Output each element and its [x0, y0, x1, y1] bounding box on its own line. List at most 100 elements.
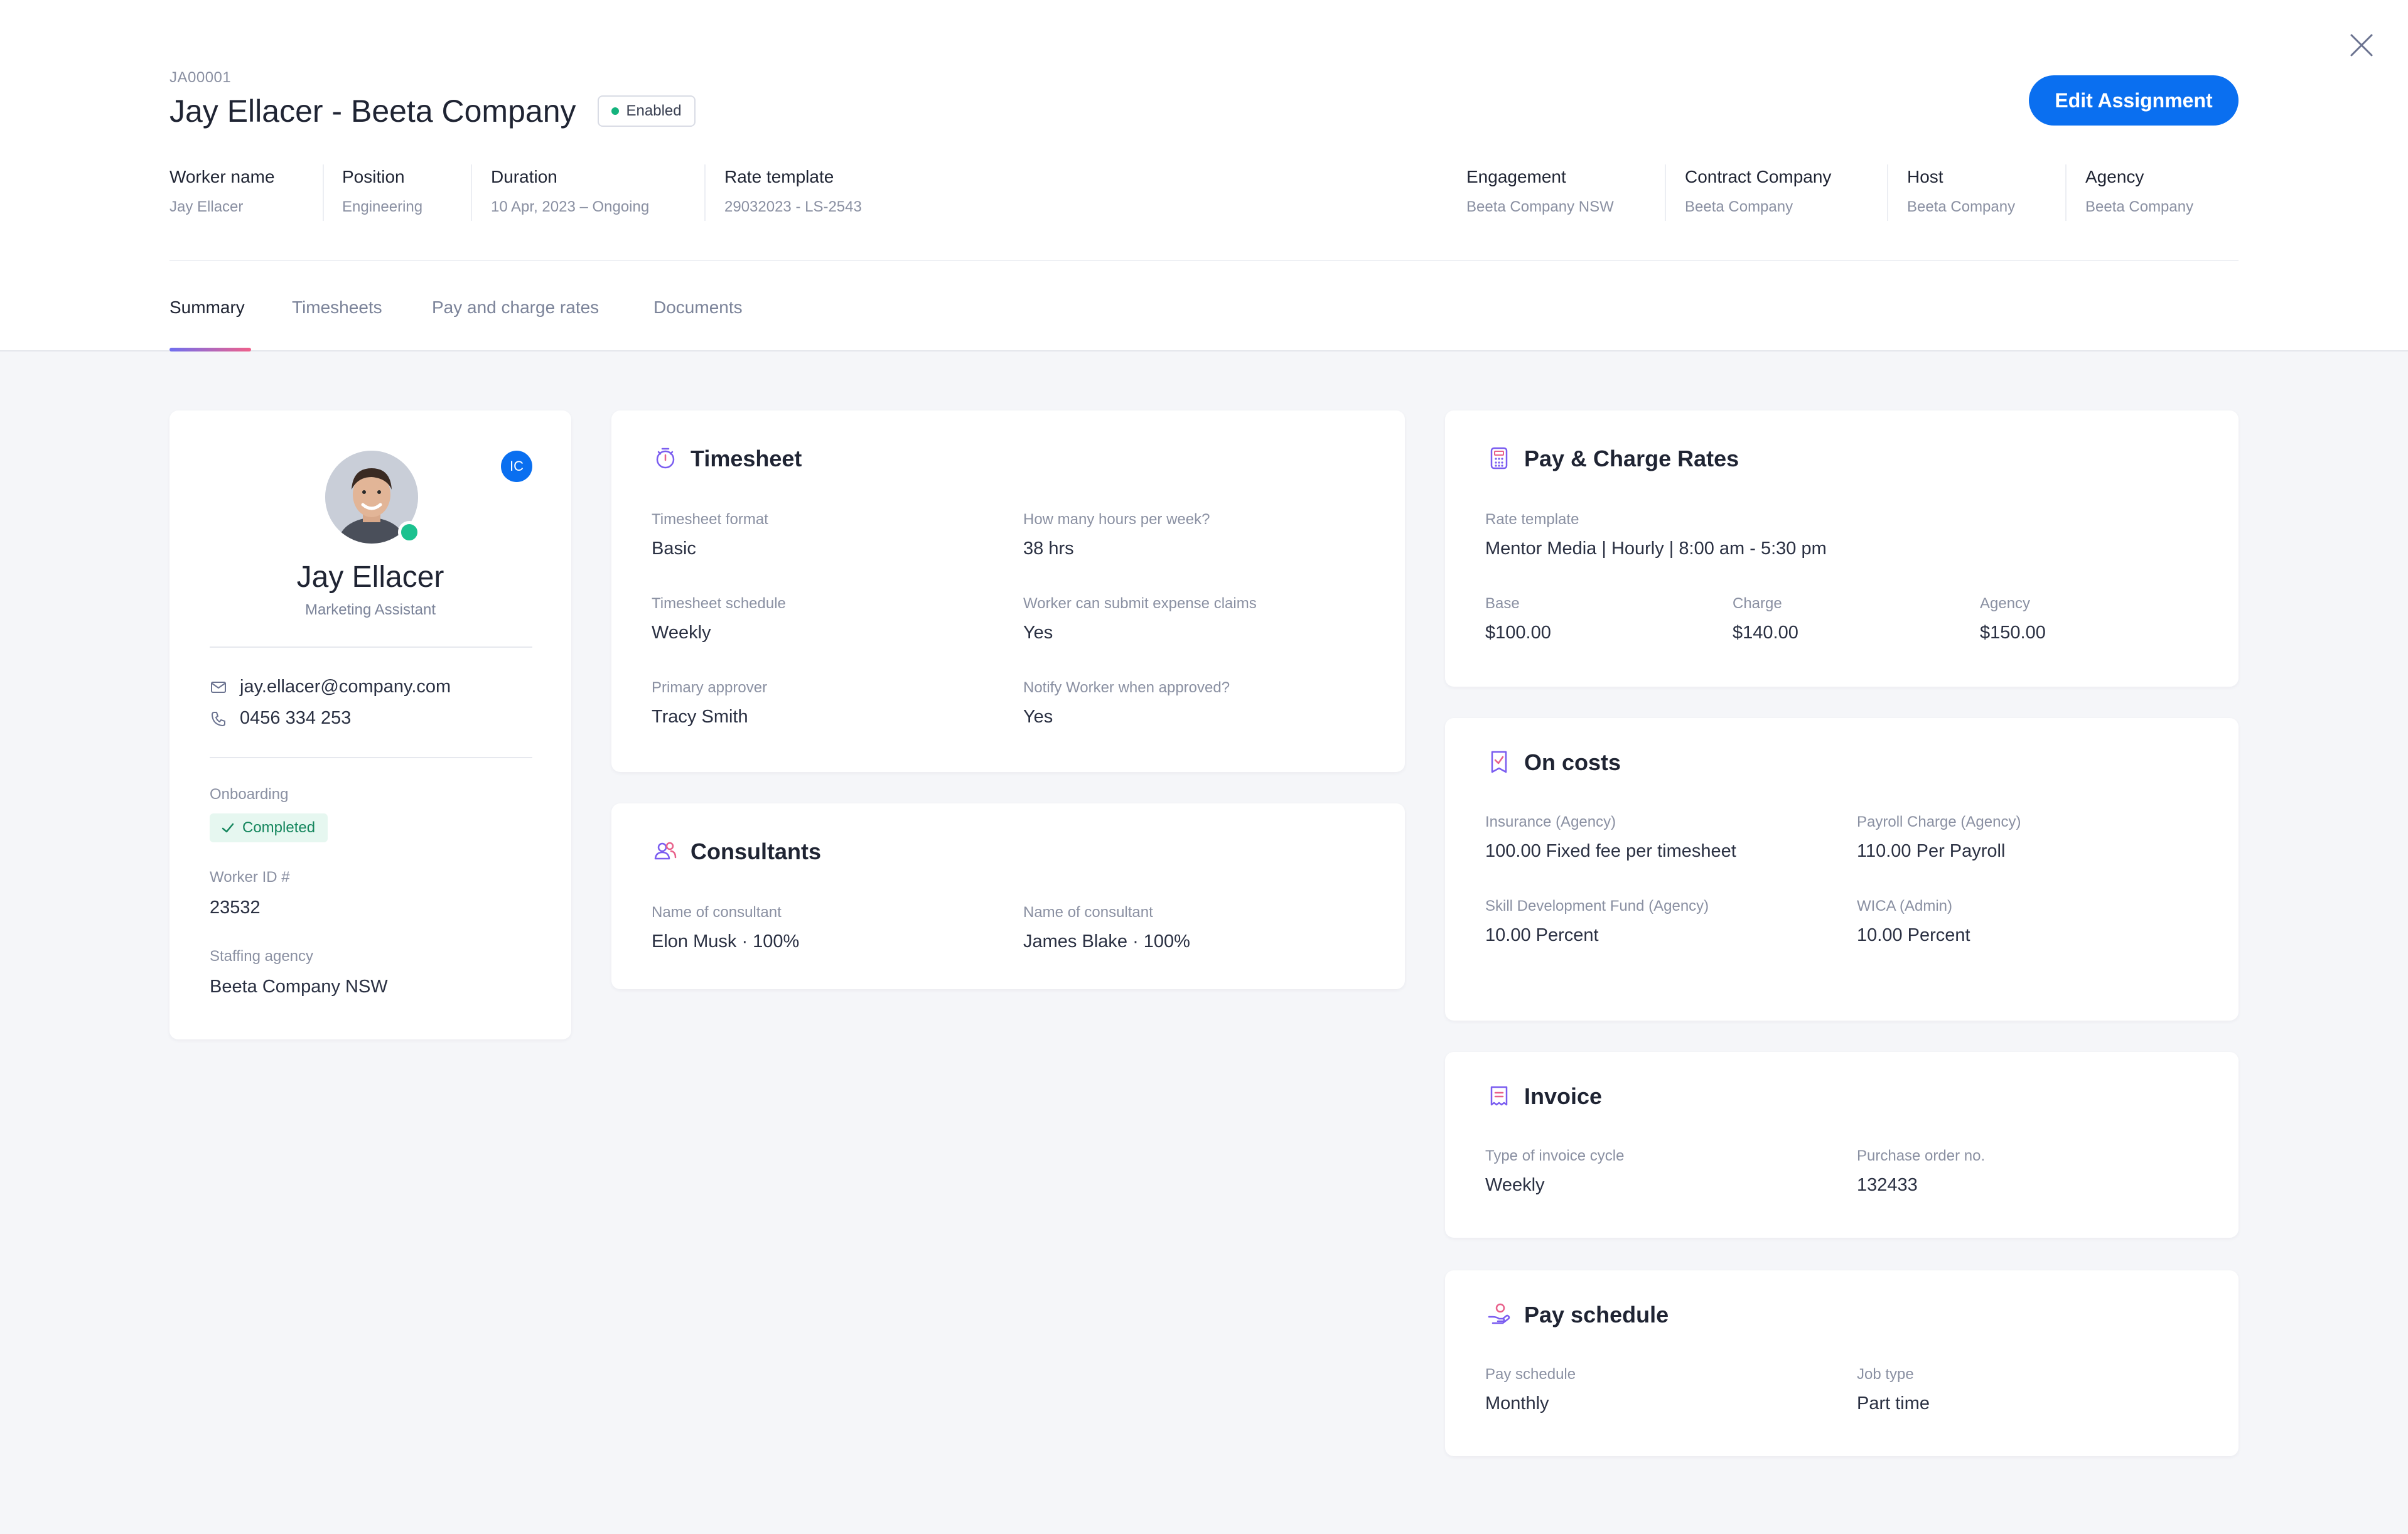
- mail-icon: [211, 681, 226, 693]
- staffing-agency-value: Beeta Company NSW: [210, 977, 388, 997]
- profile-divider: [210, 757, 532, 758]
- field-value: $150.00: [1980, 623, 2046, 643]
- receipt-check-icon: [1491, 751, 1507, 773]
- profile-divider: [210, 646, 532, 648]
- field-value: Monthly: [1485, 1393, 1549, 1413]
- profile-card: IC Jay Ellacer Marketing Assistant jay.e…: [169, 410, 571, 1039]
- meta-agency: Agency Beeta Company: [2085, 166, 2193, 220]
- worker-id-value: 23532: [210, 898, 261, 918]
- profile-role: Marketing Assistant: [304, 601, 436, 618]
- pay-schedule-title: Pay schedule: [1524, 1302, 1669, 1328]
- field-label: Base: [1485, 595, 1520, 612]
- meta-value: 10 Apr, 2023 – Ongoing: [491, 198, 650, 215]
- meta-value: Beeta Company: [1907, 198, 2016, 215]
- tab-timesheets[interactable]: Timesheets: [292, 298, 382, 318]
- field-value: $140.00: [1733, 623, 1798, 643]
- field-label: Charge: [1733, 595, 1782, 612]
- online-status-dot: [398, 521, 421, 544]
- consultants-title: Consultants: [691, 839, 822, 864]
- email-link[interactable]: jay.ellacer@company.com: [240, 677, 451, 697]
- field-label: Primary approver: [652, 679, 768, 696]
- field-label: WICA (Admin): [1857, 898, 1953, 914]
- onboarding-label: Onboarding: [210, 786, 289, 803]
- header-divider: [169, 260, 2239, 261]
- field-label: How many hours per week?: [1023, 511, 1210, 528]
- meta-key: Agency: [2085, 167, 2144, 186]
- meta-divider: [1665, 164, 1666, 221]
- meta-value: Jay Ellacer: [169, 198, 244, 215]
- meta-divider: [2065, 164, 2067, 221]
- field-value: $100.00: [1485, 623, 1551, 643]
- ic-badge: IC: [501, 451, 532, 482]
- meta-key: Host: [1907, 167, 1943, 186]
- timesheet-card: Timesheet Timesheet format Basic How man…: [611, 410, 1405, 772]
- tab-pay-and-charge-rates[interactable]: Pay and charge rates: [432, 298, 599, 318]
- meta-divider: [323, 164, 324, 221]
- consultants-card: Consultants Name of consultant Elon Musk…: [611, 803, 1405, 989]
- on-costs-card: On costs Insurance (Agency) 100.00 Fixed…: [1445, 718, 2239, 1021]
- field-value: James Blake · 100%: [1023, 931, 1190, 952]
- field-label: Agency: [1980, 595, 2031, 612]
- main-content: IC Jay Ellacer Marketing Assistant jay.e…: [0, 351, 2408, 1534]
- pay-charge-rates-title: Pay & Charge Rates: [1524, 446, 1739, 471]
- field-value: Yes: [1023, 707, 1053, 727]
- meta-key: Rate template: [724, 167, 834, 186]
- field-value: 38 hrs: [1023, 539, 1074, 559]
- hand-coin-icon: [1488, 1303, 1510, 1324]
- check-icon: [222, 823, 234, 833]
- title-row: Jay Ellacer - Beeta Company Enabled: [169, 93, 696, 129]
- field-label: Type of invoice cycle: [1485, 1147, 1625, 1164]
- field-label: Pay schedule: [1485, 1366, 1576, 1383]
- field-value: Yes: [1023, 623, 1053, 643]
- meta-value: Beeta Company NSW: [1466, 198, 1614, 215]
- field-label: Job type: [1857, 1366, 1914, 1383]
- meta-divider: [1887, 164, 1888, 221]
- field-label: Worker can submit expense claims: [1023, 595, 1257, 612]
- field-value: 100.00 Fixed fee per timesheet: [1485, 841, 1736, 861]
- edit-assignment-button[interactable]: Edit Assignment: [2029, 75, 2239, 126]
- timesheet-title: Timesheet: [691, 446, 802, 471]
- tab-documents[interactable]: Documents: [653, 298, 743, 318]
- field-label: Notify Worker when approved?: [1023, 679, 1230, 696]
- close-button[interactable]: [2341, 25, 2382, 65]
- meta-engagement: Engagement Beeta Company NSW: [1466, 166, 1614, 220]
- field-value: Tracy Smith: [652, 707, 748, 727]
- status-dot-icon: [611, 107, 619, 115]
- close-icon: [2350, 34, 2373, 56]
- field-value: Part time: [1857, 1393, 1930, 1413]
- field-label: Skill Development Fund (Agency): [1485, 898, 1709, 914]
- assignment-id: JA00001: [169, 69, 232, 86]
- field-value: 110.00 Per Payroll: [1857, 841, 2006, 861]
- pay-schedule-card: Pay schedule Pay schedule Monthly Job ty…: [1445, 1270, 2239, 1456]
- meta-duration: Duration 10 Apr, 2023 – Ongoing: [491, 166, 649, 220]
- field-label: Name of consultant: [1023, 904, 1153, 921]
- profile-name: Jay Ellacer: [296, 560, 444, 594]
- tab-summary[interactable]: Summary: [169, 298, 245, 318]
- meta-key: Duration: [491, 167, 557, 186]
- field-label: Purchase order no.: [1857, 1147, 1986, 1164]
- meta-value: Engineering: [342, 198, 423, 215]
- pay-charge-rates-card: Pay & Charge Rates Rate template Mentor …: [1445, 410, 2239, 687]
- users-icon: [654, 842, 677, 860]
- on-costs-title: On costs: [1524, 749, 1621, 775]
- onboarding-status-badge: Completed: [210, 813, 328, 842]
- meta-divider: [471, 164, 472, 221]
- email-row: jay.ellacer@company.com: [210, 677, 451, 697]
- phone-link[interactable]: 0456 334 253: [240, 708, 351, 729]
- meta-rate-template: Rate template 29032023 - LS-2543: [724, 166, 862, 220]
- page-title: Jay Ellacer - Beeta Company: [169, 94, 576, 129]
- field-label: Timesheet format: [652, 511, 768, 528]
- meta-key: Engagement: [1466, 167, 1566, 186]
- rate-template-value: Mentor Media | Hourly | 8:00 am - 5:30 p…: [1485, 539, 1827, 559]
- meta-host: Host Beeta Company: [1907, 166, 2015, 220]
- phone-row: 0456 334 253: [210, 708, 351, 729]
- meta-contract-company: Contract Company Beeta Company: [1685, 166, 1831, 220]
- field-value: Weekly: [652, 623, 711, 643]
- staffing-agency-label: Staffing agency: [210, 948, 314, 965]
- field-label: Payroll Charge (Agency): [1857, 813, 2021, 830]
- field-value: Elon Musk · 100%: [652, 931, 800, 952]
- field-label: Name of consultant: [652, 904, 782, 921]
- calculator-icon: [1490, 447, 1508, 469]
- meta-key: Contract Company: [1685, 167, 1832, 186]
- stopwatch-icon: [656, 448, 675, 469]
